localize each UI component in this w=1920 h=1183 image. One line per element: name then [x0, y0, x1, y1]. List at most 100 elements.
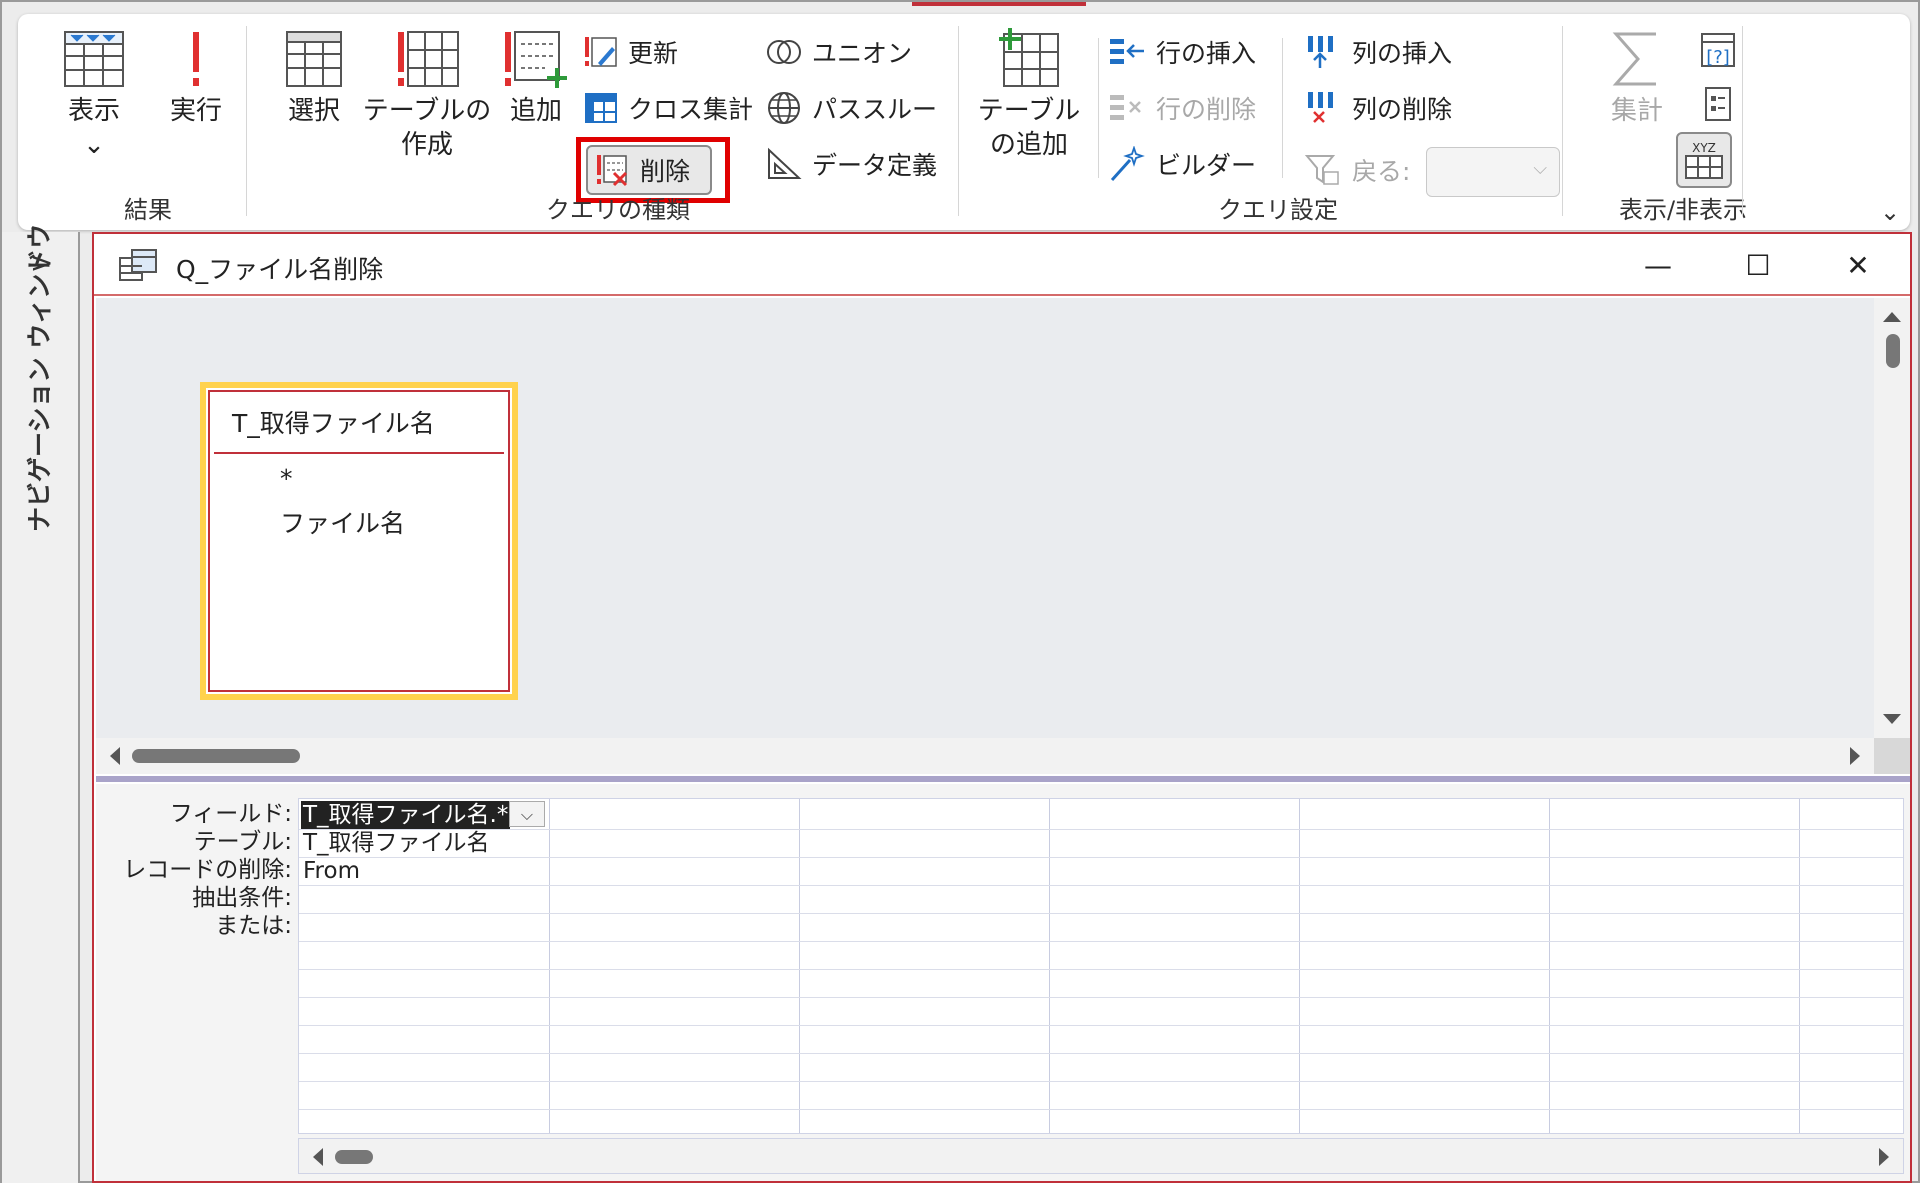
grid-scroll-thumb[interactable]: [335, 1150, 373, 1164]
update-label: 更新: [628, 39, 679, 68]
append-query-button[interactable]: 追加: [496, 28, 576, 128]
insert-rows-button[interactable]: 行の挿入: [1108, 30, 1256, 74]
data-definition-label: データ定義: [812, 151, 938, 180]
group-separator: [1282, 38, 1283, 178]
delete-columns-icon: [1308, 92, 1333, 123]
crosstab-label: クロス集計: [628, 95, 754, 124]
horizontal-scroll-thumb[interactable]: [132, 749, 300, 763]
passthrough-query-button[interactable]: パススルー: [766, 86, 937, 130]
group-separator: [958, 26, 959, 216]
insert-columns-icon: [1308, 36, 1333, 68]
navigation-pane-label[interactable]: ナビゲーション ウィンドウ: [20, 224, 56, 532]
data-definition-button[interactable]: データ定義: [766, 142, 937, 186]
row-label-criteria: 抽出条件:: [192, 885, 292, 911]
pane-splitter[interactable]: [96, 776, 1910, 782]
scroll-right-icon: [1850, 747, 1860, 765]
ribbon: 表示 ⌄ 実行 結果 選択 テーブルの 作成 追加 更新 クロス集計 削除 ユニ…: [18, 14, 1910, 230]
table-field-list[interactable]: T_取得ファイル名 * ファイル名: [200, 382, 518, 700]
grid-horizontal-scrollbar[interactable]: [298, 1138, 1904, 1174]
triangle-ruler-icon: [768, 147, 802, 179]
run-button[interactable]: 実行: [156, 28, 236, 128]
totals-label: 集計: [1610, 96, 1663, 126]
group-label-results: 結果: [124, 196, 172, 224]
exclamation-icon: [193, 32, 199, 86]
update-query-button[interactable]: 更新: [584, 30, 678, 74]
row-label-delete: レコードの削除:: [123, 857, 292, 883]
delete-columns-button[interactable]: 列の削除: [1304, 86, 1452, 130]
delete-rows-icon: [1110, 95, 1141, 120]
insert-columns-label: 列の挿入: [1352, 39, 1453, 68]
crosstab-icon: [585, 93, 617, 123]
design-grid[interactable]: T_取得ファイル名.* ⌵ T_取得ファイル名 From: [298, 798, 1904, 1134]
field-dropdown-icon[interactable]: ⌵: [509, 801, 545, 827]
table-title-divider: [214, 452, 504, 454]
select-query-button[interactable]: 選択: [274, 28, 354, 128]
grid-row-divider: [299, 969, 1903, 970]
union-query-button[interactable]: ユニオン: [766, 30, 912, 74]
make-table-label: テーブルの: [362, 96, 492, 126]
group-separator: [246, 26, 247, 216]
append-label: 追加: [509, 96, 562, 126]
parameters-button[interactable]: [?]: [1698, 28, 1748, 72]
table-names-button[interactable]: XYZ: [1676, 132, 1732, 188]
minimize-icon[interactable]: —: [1638, 246, 1678, 286]
query-icon: [119, 249, 157, 281]
group-separator: [1742, 26, 1743, 216]
return-label-wrap: 戻る:: [1304, 148, 1410, 192]
table-pane-vertical-scrollbar[interactable]: [1874, 298, 1910, 738]
query-title: Q_ファイル名削除: [176, 255, 384, 284]
return-values-combo[interactable]: ⌵: [1426, 147, 1560, 197]
table-field-list-title: T_取得ファイル名: [232, 409, 435, 438]
group-separator: [1562, 26, 1563, 216]
table-pane-horizontal-scrollbar[interactable]: [96, 738, 1874, 774]
parameters-icon: [?]: [1701, 33, 1735, 68]
grid-column-divider: [1299, 799, 1300, 1133]
access-window: 表示 ⌄ 実行 結果 選択 テーブルの 作成 追加 更新 クロス集計 削除 ユニ…: [0, 0, 1920, 1183]
grid-cell-table[interactable]: T_取得ファイル名: [303, 829, 490, 857]
view-button[interactable]: 表示 ⌄: [54, 28, 134, 162]
crosstab-query-button[interactable]: クロス集計: [584, 86, 753, 130]
field-file-name[interactable]: ファイル名: [280, 504, 405, 540]
insert-rows-label: 行の挿入: [1156, 39, 1257, 68]
add-table-label: テーブル: [977, 96, 1081, 126]
add-table-icon: [999, 28, 1059, 87]
scroll-corner: [1874, 738, 1910, 774]
make-table-icon: [398, 31, 459, 87]
vertical-scroll-thumb[interactable]: [1886, 334, 1900, 368]
navigation-pane: > ナビゲーション ウィンドウ: [2, 224, 80, 1183]
builder-button[interactable]: ビルダー: [1108, 142, 1256, 186]
property-sheet-button[interactable]: [1698, 82, 1748, 126]
table-pane[interactable]: T_取得ファイル名 * ファイル名: [96, 298, 1874, 738]
grid-column-divider: [799, 799, 800, 1133]
update-query-icon: [585, 37, 617, 67]
design-grid-pane: フィールド: テーブル: レコードの削除: 抽出条件: または: T_取得ファイ…: [96, 784, 1910, 1181]
append-query-icon: [505, 31, 567, 88]
delete-rows-button[interactable]: 行の削除: [1108, 86, 1256, 130]
maximize-icon[interactable]: ☐: [1738, 246, 1778, 286]
table-names-icon: XYZ: [1685, 141, 1723, 179]
close-icon[interactable]: ✕: [1838, 246, 1878, 286]
run-label: 実行: [169, 96, 222, 126]
grid-column-divider: [549, 799, 550, 1133]
query-design-window: Q_ファイル名削除 — ☐ ✕ T_取得ファイル名 * ファイル名 フィールド:…: [92, 232, 1912, 1183]
query-titlebar: Q_ファイル名削除 — ☐ ✕: [94, 234, 1910, 296]
ribbon-collapse-icon[interactable]: ⌄: [1880, 198, 1900, 226]
scroll-up-icon: [1883, 312, 1901, 322]
make-table-label-2: 作成: [400, 130, 453, 160]
group-label-show-hide: 表示/非表示: [1618, 196, 1748, 224]
add-table-label-2: の追加: [989, 130, 1068, 160]
group-label-query-type: クエリの種類: [546, 196, 690, 224]
grid-column-divider: [1549, 799, 1550, 1133]
make-table-button[interactable]: テーブルの 作成: [362, 28, 492, 162]
insert-rows-icon: [1110, 39, 1144, 64]
select-query-icon: [286, 31, 342, 87]
field-all[interactable]: *: [280, 464, 293, 493]
totals-button[interactable]: 集計: [1592, 28, 1682, 128]
svg-text:[?]: [?]: [1706, 47, 1730, 68]
grid-cell-field[interactable]: T_取得ファイル名.*: [301, 801, 511, 829]
add-table-button[interactable]: テーブル の追加: [976, 28, 1082, 162]
grid-row-labels: フィールド: テーブル: レコードの削除: 抽出条件: または:: [96, 800, 292, 940]
insert-columns-button[interactable]: 列の挿入: [1304, 30, 1452, 74]
grid-cell-delete[interactable]: From: [303, 857, 360, 885]
grid-row-divider: [299, 829, 1903, 830]
